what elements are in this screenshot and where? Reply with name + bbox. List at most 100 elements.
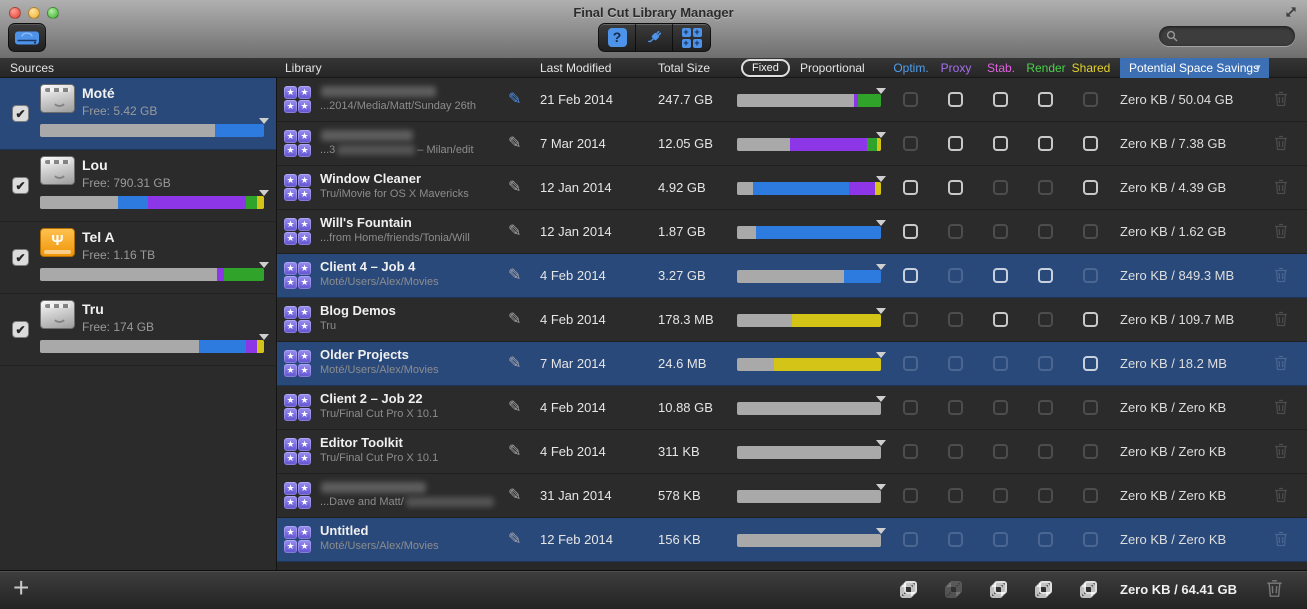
trash-icon[interactable] xyxy=(1274,267,1288,283)
fullscreen-icon[interactable] xyxy=(1283,4,1299,20)
libraries-button[interactable] xyxy=(673,24,710,51)
checkbox-stab[interactable] xyxy=(993,400,1008,415)
checkbox-render[interactable] xyxy=(1038,136,1053,151)
col-optim[interactable]: Optim. xyxy=(893,58,928,78)
library-row[interactable]: ★★★★ ...3 – Milan/edit ✎ 7 Mar 2014 12.0… xyxy=(277,122,1307,166)
space-slider[interactable] xyxy=(737,182,881,195)
trash-icon[interactable] xyxy=(1274,399,1288,415)
library-row[interactable]: ★★★★ Editor Toolkit Tru/Final Cut Pro X … xyxy=(277,430,1307,474)
checkbox-render[interactable] xyxy=(1038,92,1053,107)
checkbox-optim[interactable] xyxy=(903,400,918,415)
checkbox-shared[interactable] xyxy=(1083,136,1098,151)
trash-icon[interactable] xyxy=(1274,91,1288,107)
trash-icon[interactable] xyxy=(1274,443,1288,459)
col-total-size[interactable]: Total Size xyxy=(658,58,710,78)
checkbox-shared[interactable] xyxy=(1083,224,1098,239)
checkbox-shared[interactable] xyxy=(1083,532,1098,547)
checkbox-optim[interactable] xyxy=(903,224,918,239)
space-slider[interactable] xyxy=(737,94,881,107)
capacity-slider[interactable] xyxy=(40,196,264,209)
trash-icon[interactable] xyxy=(1274,311,1288,327)
checkbox-proxy[interactable] xyxy=(948,136,963,151)
checkbox-stab[interactable] xyxy=(993,532,1008,547)
slider-handle-icon[interactable] xyxy=(876,352,886,358)
checkbox-proxy[interactable] xyxy=(948,268,963,283)
col-library[interactable]: Library xyxy=(285,58,322,78)
checkbox-proxy[interactable] xyxy=(948,312,963,327)
checkbox-stab[interactable] xyxy=(993,224,1008,239)
source-row[interactable]: ✔ Lou Free: 790.31 GB xyxy=(0,150,276,222)
checkbox-stab[interactable] xyxy=(993,136,1008,151)
slider-handle-icon[interactable] xyxy=(876,220,886,226)
trash-icon[interactable] xyxy=(1274,487,1288,503)
checkbox-stab[interactable] xyxy=(993,92,1008,107)
capacity-slider[interactable] xyxy=(40,124,264,137)
batch-toggle-shared[interactable] xyxy=(1084,581,1102,599)
checkbox-render[interactable] xyxy=(1038,180,1053,195)
library-row[interactable]: ★★★★ Blog Demos Tru ✎ 4 Feb 2014 178.3 M… xyxy=(277,298,1307,342)
space-slider[interactable] xyxy=(737,446,881,459)
checkbox-render[interactable] xyxy=(1038,312,1053,327)
checkbox-proxy[interactable] xyxy=(948,356,963,371)
space-slider[interactable] xyxy=(737,490,881,503)
checkbox-proxy[interactable] xyxy=(948,180,963,195)
checkbox-shared[interactable] xyxy=(1083,92,1098,107)
slider-handle-icon[interactable] xyxy=(876,176,886,182)
slider-handle-icon[interactable] xyxy=(876,132,886,138)
checkbox-shared[interactable] xyxy=(1083,180,1098,195)
source-checkbox[interactable]: ✔ xyxy=(12,177,29,194)
trash-icon[interactable] xyxy=(1274,135,1288,151)
slider-handle-icon[interactable] xyxy=(259,118,269,124)
library-row[interactable]: ★★★★ Untitled Moté/Users/Alex/Movies ✎ 1… xyxy=(277,518,1307,562)
rename-icon[interactable]: ✎ xyxy=(508,309,521,329)
checkbox-optim[interactable] xyxy=(903,312,918,327)
checkbox-proxy[interactable] xyxy=(948,400,963,415)
checkbox-stab[interactable] xyxy=(993,180,1008,195)
capacity-slider[interactable] xyxy=(40,268,264,281)
library-row[interactable]: ★★★★ Window Cleaner Tru/iMovie for OS X … xyxy=(277,166,1307,210)
source-checkbox[interactable]: ✔ xyxy=(12,321,29,338)
checkbox-render[interactable] xyxy=(1038,224,1053,239)
space-slider[interactable] xyxy=(737,226,881,239)
slider-handle-icon[interactable] xyxy=(259,334,269,340)
toggle-fixed[interactable]: Fixed xyxy=(741,59,790,77)
help-button[interactable]: ? xyxy=(599,24,636,51)
checkbox-stab[interactable] xyxy=(993,312,1008,327)
add-source-button[interactable]: + xyxy=(13,572,29,604)
checkbox-render[interactable] xyxy=(1038,356,1053,371)
library-row[interactable]: ★★★★ Will's Fountain ...from Home/friend… xyxy=(277,210,1307,254)
col-stab[interactable]: Stab. xyxy=(987,58,1015,78)
checkbox-shared[interactable] xyxy=(1083,268,1098,283)
slider-handle-icon[interactable] xyxy=(876,88,886,94)
slider-handle-icon[interactable] xyxy=(876,484,886,490)
connect-button[interactable] xyxy=(636,24,673,51)
batch-toggle-optim[interactable] xyxy=(904,581,922,599)
checkbox-optim[interactable] xyxy=(903,268,918,283)
checkbox-stab[interactable] xyxy=(993,488,1008,503)
source-row[interactable]: ✔ Ψ Tel A Free: 1.16 TB xyxy=(0,222,276,294)
batch-toggle-render[interactable] xyxy=(1039,581,1057,599)
checkbox-render[interactable] xyxy=(1038,400,1053,415)
checkbox-optim[interactable] xyxy=(903,532,918,547)
rename-icon[interactable]: ✎ xyxy=(508,441,521,461)
slider-handle-icon[interactable] xyxy=(876,440,886,446)
rename-icon[interactable]: ✎ xyxy=(508,353,521,373)
checkbox-proxy[interactable] xyxy=(948,224,963,239)
search-input[interactable] xyxy=(1182,28,1288,44)
rename-icon[interactable]: ✎ xyxy=(508,397,521,417)
checkbox-render[interactable] xyxy=(1038,268,1053,283)
slider-handle-icon[interactable] xyxy=(876,264,886,270)
col-shared[interactable]: Shared xyxy=(1072,58,1111,78)
search-field[interactable] xyxy=(1159,26,1295,46)
rename-icon[interactable]: ✎ xyxy=(508,265,521,285)
checkbox-optim[interactable] xyxy=(903,488,918,503)
space-slider[interactable] xyxy=(737,402,881,415)
library-row[interactable]: ★★★★ Older Projects Moté/Users/Alex/Movi… xyxy=(277,342,1307,386)
checkbox-stab[interactable] xyxy=(993,356,1008,371)
col-render[interactable]: Render xyxy=(1026,58,1065,78)
col-proxy[interactable]: Proxy xyxy=(941,58,972,78)
trash-icon[interactable] xyxy=(1266,579,1283,598)
rename-icon[interactable]: ✎ xyxy=(508,485,521,505)
source-row[interactable]: ✔ Moté Free: 5.42 GB xyxy=(0,78,276,150)
trash-icon[interactable] xyxy=(1274,223,1288,239)
